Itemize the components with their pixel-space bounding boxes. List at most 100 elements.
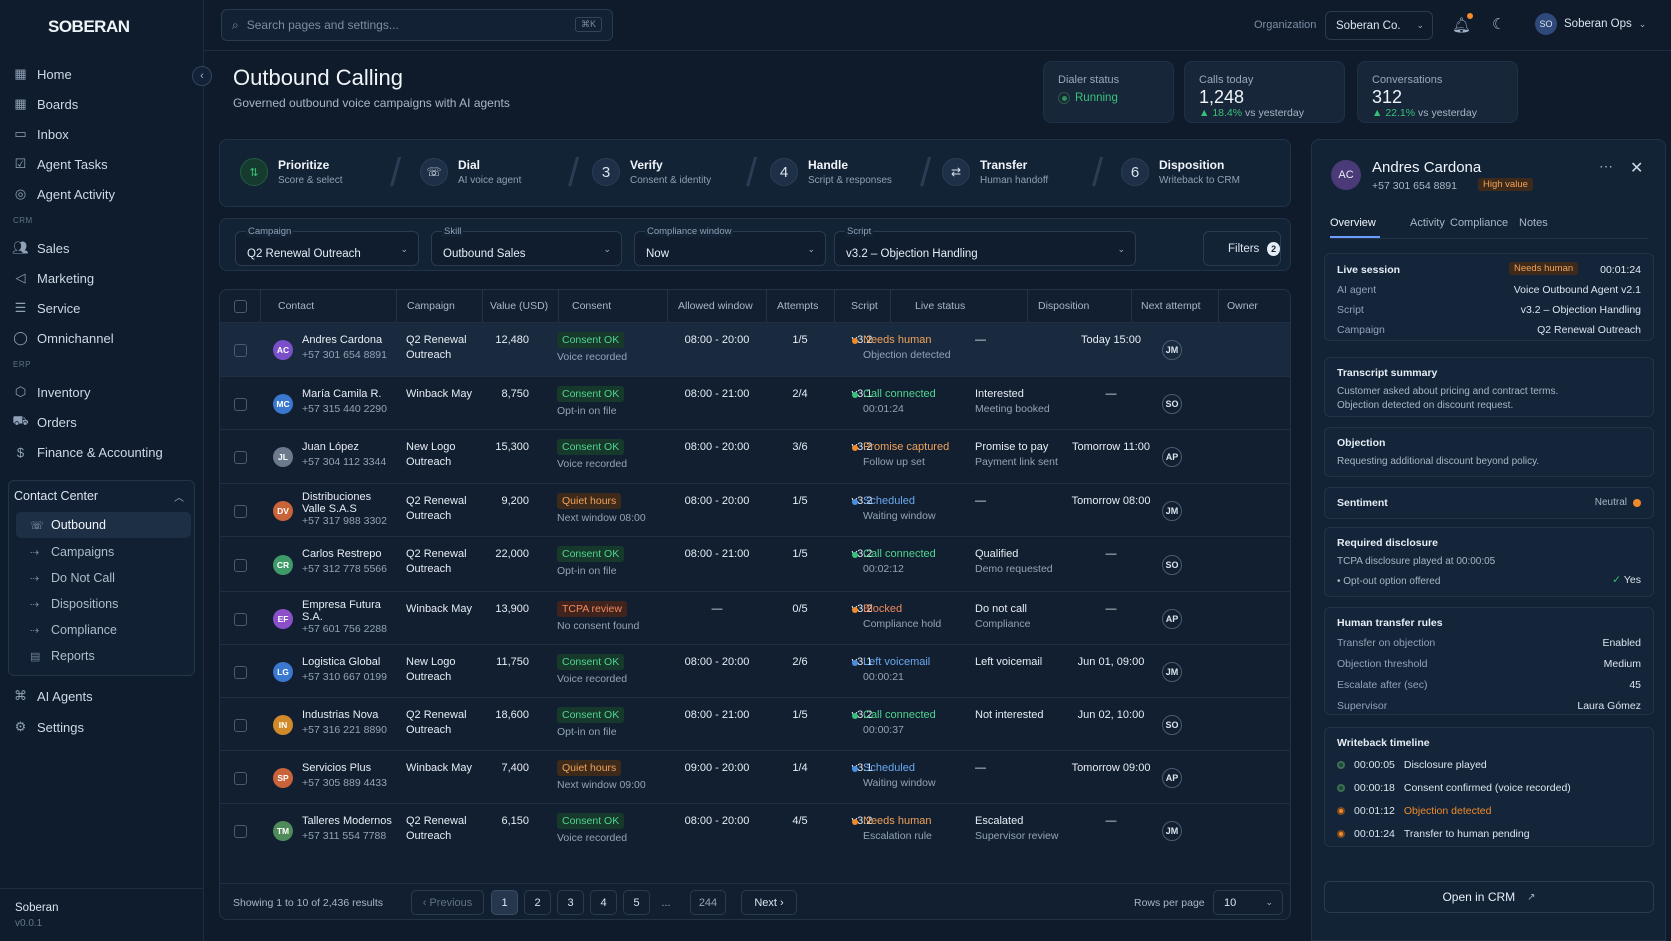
sidebar-item-inventory[interactable]: ⬡ Inventory: [13, 382, 91, 402]
user-menu[interactable]: SO Soberan Ops ⌄: [1535, 13, 1646, 35]
sidebar-item-agent-activity[interactable]: ◎ Agent Activity: [13, 184, 115, 204]
contact-cell[interactable]: Servicios Plus +57 305 889 4433: [302, 761, 387, 791]
page-button[interactable]: 4: [590, 890, 617, 915]
contact-cell[interactable]: Empresa Futura S.A. +57 601 756 2288: [302, 598, 387, 637]
page-button[interactable]: 2: [524, 890, 551, 915]
rows-per-page-select[interactable]: 10 ⌄: [1213, 890, 1283, 915]
row-checkbox[interactable]: [234, 451, 247, 464]
row-checkbox[interactable]: [234, 719, 247, 732]
contact-cell[interactable]: Logistica Global +57 310 667 0199: [302, 655, 387, 685]
owner-avatar[interactable]: AP: [1162, 768, 1182, 788]
owner-avatar[interactable]: JM: [1162, 501, 1182, 521]
row-checkbox[interactable]: [234, 559, 247, 572]
step-handle[interactable]: 4 Handle Script & responses: [770, 150, 892, 194]
page-button[interactable]: 3: [557, 890, 584, 915]
page-button[interactable]: 244: [690, 890, 726, 915]
step-prioritize[interactable]: ⇅ Prioritize Score & select: [240, 150, 342, 194]
sidebar-item-compliance[interactable]: ⇢ Compliance: [30, 621, 117, 639]
compliance-window-select[interactable]: Compliance window Now ⌄: [634, 226, 826, 266]
step-transfer[interactable]: ⇄ Transfer Human handoff: [942, 150, 1048, 194]
skill-select[interactable]: Skill Outbound Sales ⌄: [431, 226, 622, 266]
owner-avatar[interactable]: JM: [1162, 662, 1182, 682]
open-in-crm-button[interactable]: Open in CRM ↗: [1324, 881, 1654, 913]
chevron-up-icon[interactable]: ︿: [174, 489, 184, 504]
row-checkbox[interactable]: [234, 398, 247, 411]
table-row[interactable]: SP Servicios Plus +57 305 889 4433 Winback …: [220, 750, 1290, 803]
row-checkbox[interactable]: [234, 825, 247, 838]
column-header-next-attempt[interactable]: Next attempt: [1141, 290, 1201, 322]
tab-compliance[interactable]: Compliance: [1450, 217, 1508, 229]
search-input[interactable]: ⌕ Search pages and settings... ⌘K: [221, 9, 613, 41]
table-row[interactable]: MC María Camila R. +57 315 440 2290 Winback…: [220, 376, 1290, 429]
column-header-live-status[interactable]: Live status: [915, 290, 965, 322]
collapse-sidebar-button[interactable]: ‹: [192, 66, 212, 86]
contact-cell[interactable]: Carlos Restrepo +57 312 778 5566: [302, 547, 387, 577]
sidebar-item-reports[interactable]: ▤ Reports: [30, 647, 95, 665]
row-checkbox[interactable]: [234, 666, 247, 679]
contact-cell[interactable]: Juan López +57 304 112 3344: [302, 440, 386, 470]
sidebar-item-boards[interactable]: ▦ Boards: [13, 94, 78, 114]
next-page-button[interactable]: Next ›: [741, 890, 797, 915]
moon-icon[interactable]: ☾: [1492, 15, 1505, 33]
script-select[interactable]: Script v3.2 – Objection Handling ⌄: [834, 226, 1136, 266]
row-checkbox[interactable]: [234, 613, 247, 626]
table-row[interactable]: TM Talleres Modernos +57 311 554 7788 Q2 Re…: [220, 803, 1290, 857]
tab-activity[interactable]: Activity: [1410, 217, 1445, 229]
column-header-contact[interactable]: Contact: [278, 290, 314, 322]
contact-cell[interactable]: Industrias Nova +57 316 221 8890: [302, 708, 387, 738]
owner-avatar[interactable]: JM: [1162, 821, 1182, 841]
filters-button[interactable]: Filters 2: [1203, 231, 1281, 266]
organization-select[interactable]: Soberan Co. ⌄: [1325, 11, 1433, 40]
owner-avatar[interactable]: AP: [1162, 609, 1182, 629]
sidebar-item-orders[interactable]: ⛟ Orders: [12, 412, 76, 432]
column-header-attempts[interactable]: Attempts: [777, 290, 818, 322]
sidebar-item-inbox[interactable]: ▭ Inbox: [13, 124, 68, 144]
column-header-script[interactable]: Script: [851, 290, 878, 322]
tab-notes[interactable]: Notes: [1519, 217, 1548, 229]
sidebar-item-ai-agents[interactable]: ⌘ AI Agents: [13, 686, 93, 706]
sidebar-item-outbound[interactable]: ☏ Outbound: [30, 516, 106, 534]
column-header-owner[interactable]: Owner: [1227, 290, 1258, 322]
sidebar-item-dispositions[interactable]: ⇢ Dispositions: [30, 595, 118, 613]
sidebar-item-home[interactable]: ▦ Home: [13, 64, 71, 84]
tab-overview[interactable]: Overview: [1330, 217, 1376, 229]
step-dial[interactable]: ☏ Dial AI voice agent: [420, 150, 521, 194]
owner-avatar[interactable]: SO: [1162, 715, 1182, 735]
contact-cell[interactable]: Andres Cardona +57 301 654 8891: [302, 333, 387, 363]
table-row[interactable]: DV Distribuciones Valle S.A.S +57 317 988 3…: [220, 483, 1290, 536]
sidebar-item-campaigns[interactable]: ⇢ Campaigns: [30, 543, 114, 561]
table-row[interactable]: AC Andres Cardona +57 301 654 8891 Q2 Renew…: [220, 322, 1290, 376]
table-row[interactable]: IN Industrias Nova +57 316 221 8890 Q2 Rene…: [220, 697, 1290, 750]
table-row[interactable]: CR Carlos Restrepo +57 312 778 5566 Q2 Rene…: [220, 536, 1290, 591]
sidebar-item-settings[interactable]: ⚙ Settings: [13, 717, 84, 737]
owner-avatar[interactable]: SO: [1162, 555, 1182, 575]
row-checkbox[interactable]: [234, 344, 247, 357]
column-header-consent[interactable]: Consent: [572, 290, 611, 322]
contact-cell[interactable]: María Camila R. +57 315 440 2290: [302, 387, 387, 417]
table-row[interactable]: LG Logistica Global +57 310 667 0199 New Lo…: [220, 644, 1290, 697]
row-checkbox[interactable]: [234, 772, 247, 785]
owner-avatar[interactable]: AP: [1162, 447, 1182, 467]
more-icon[interactable]: ⋯: [1599, 158, 1613, 175]
select-all-checkbox[interactable]: [234, 300, 247, 313]
step-disposition[interactable]: 6 Disposition Writeback to CRM: [1121, 150, 1240, 194]
sidebar-item-sales[interactable]: 👥︎ Sales: [12, 238, 69, 258]
sidebar-item-do-not-call[interactable]: ⇢ Do Not Call: [30, 569, 115, 587]
table-row[interactable]: JL Juan López +57 304 112 3344 New Logo Outr…: [220, 429, 1290, 483]
sidebar-item-service[interactable]: ☰ Service: [13, 298, 81, 318]
page-button[interactable]: 5: [623, 890, 650, 915]
contact-cell[interactable]: Talleres Modernos +57 311 554 7788: [302, 814, 392, 844]
owner-avatar[interactable]: JM: [1162, 340, 1182, 360]
table-row[interactable]: EF Empresa Futura S.A. +57 601 756 2288 Winb…: [220, 591, 1290, 644]
contact-center-toggle[interactable]: Contact Center: [14, 489, 98, 503]
contact-cell[interactable]: Distribuciones Valle S.A.S +57 317 988 330…: [302, 490, 387, 529]
sidebar-item-marketing[interactable]: ◁ Marketing: [13, 268, 95, 288]
campaign-select[interactable]: Campaign Q2 Renewal Outreach ⌄: [235, 226, 419, 266]
column-header-disposition[interactable]: Disposition: [1038, 290, 1089, 322]
row-checkbox[interactable]: [234, 505, 247, 518]
column-header-value[interactable]: Value (USD): [490, 290, 548, 322]
close-icon[interactable]: ✕: [1630, 158, 1643, 178]
step-verify[interactable]: 3 Verify Consent & identity: [592, 150, 711, 194]
previous-page-button[interactable]: ‹ Previous: [411, 890, 484, 915]
column-header-window[interactable]: Allowed window: [678, 290, 753, 322]
